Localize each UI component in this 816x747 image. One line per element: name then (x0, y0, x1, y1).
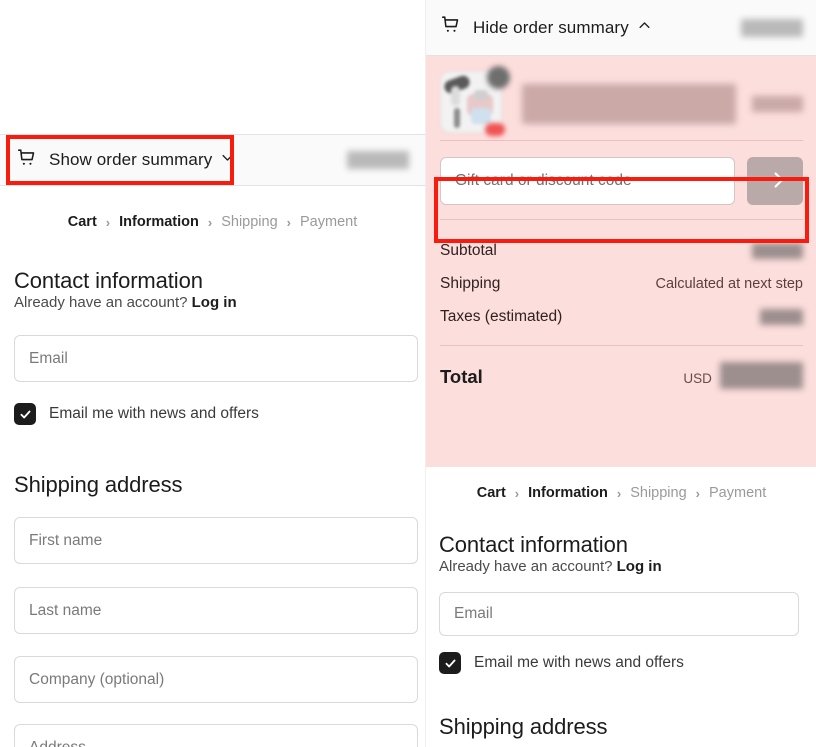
account-prompt-text: Already have an account? (439, 558, 612, 575)
show-order-summary-toggle[interactable]: Show order summary (16, 147, 347, 174)
company-input[interactable]: Company (optional) (14, 656, 418, 703)
checkmark-icon (444, 657, 457, 670)
breadcrumb-item-shipping: Shipping (221, 214, 277, 230)
chevron-down-icon (220, 150, 235, 170)
shopping-cart-icon (16, 147, 38, 174)
contact-information-heading: Contact information (439, 532, 628, 558)
newsletter-opt-in-row[interactable]: Email me with news and offers (14, 403, 259, 425)
breadcrumb-item-payment: Payment (300, 214, 357, 230)
breadcrumb-item-information[interactable]: Information (119, 214, 199, 230)
newsletter-checkbox[interactable] (439, 652, 461, 674)
newsletter-label: Email me with news and offers (474, 654, 684, 672)
breadcrumb-separator-icon: › (106, 215, 110, 230)
account-prompt: Already have an account? Log in (14, 294, 237, 311)
order-summary-toggle-label: Show order summary (49, 150, 212, 170)
last-name-input[interactable]: Last name (14, 587, 418, 634)
breadcrumb-item-cart[interactable]: Cart (68, 214, 97, 230)
last-name-placeholder: Last name (29, 602, 101, 620)
company-placeholder: Company (optional) (29, 671, 164, 689)
order-summary-bar-collapsed[interactable]: Show order summary $103.82 (0, 134, 425, 186)
account-prompt-text: Already have an account? (14, 294, 187, 311)
email-input-placeholder: Email (454, 605, 493, 623)
newsletter-checkbox[interactable] (14, 403, 36, 425)
email-input[interactable]: Email (14, 335, 418, 382)
checkout-expanded-view: Hide order summary $103.82 Manicure Begi… (425, 0, 816, 747)
first-name-input[interactable]: First name (14, 517, 418, 564)
checkout-collapsed-view: Show order summary $103.82 Cart › Inform… (0, 0, 425, 747)
address-input[interactable]: Address (14, 724, 418, 747)
shipping-address-heading: Shipping address (439, 714, 607, 740)
log-in-link[interactable]: Log in (192, 294, 237, 311)
breadcrumb-separator-icon: › (287, 215, 291, 230)
address-placeholder: Address (29, 739, 86, 747)
order-total-redacted: $103.82 (347, 151, 409, 169)
breadcrumb-separator-icon: › (208, 215, 212, 230)
email-input-placeholder: Email (29, 350, 68, 368)
expanded-form-area: Contact information Already have an acco… (425, 0, 816, 747)
breadcrumb: Cart › Information › Shipping › Payment (0, 214, 425, 230)
shipping-address-heading: Shipping address (14, 472, 182, 498)
contact-information-heading: Contact information (14, 268, 203, 294)
newsletter-label: Email me with news and offers (49, 405, 259, 423)
log-in-link[interactable]: Log in (617, 558, 662, 575)
newsletter-opt-in-row[interactable]: Email me with news and offers (439, 652, 684, 674)
account-prompt: Already have an account? Log in (439, 558, 662, 575)
first-name-placeholder: First name (29, 532, 102, 550)
email-input[interactable]: Email (439, 592, 799, 636)
checkmark-icon (19, 408, 32, 421)
